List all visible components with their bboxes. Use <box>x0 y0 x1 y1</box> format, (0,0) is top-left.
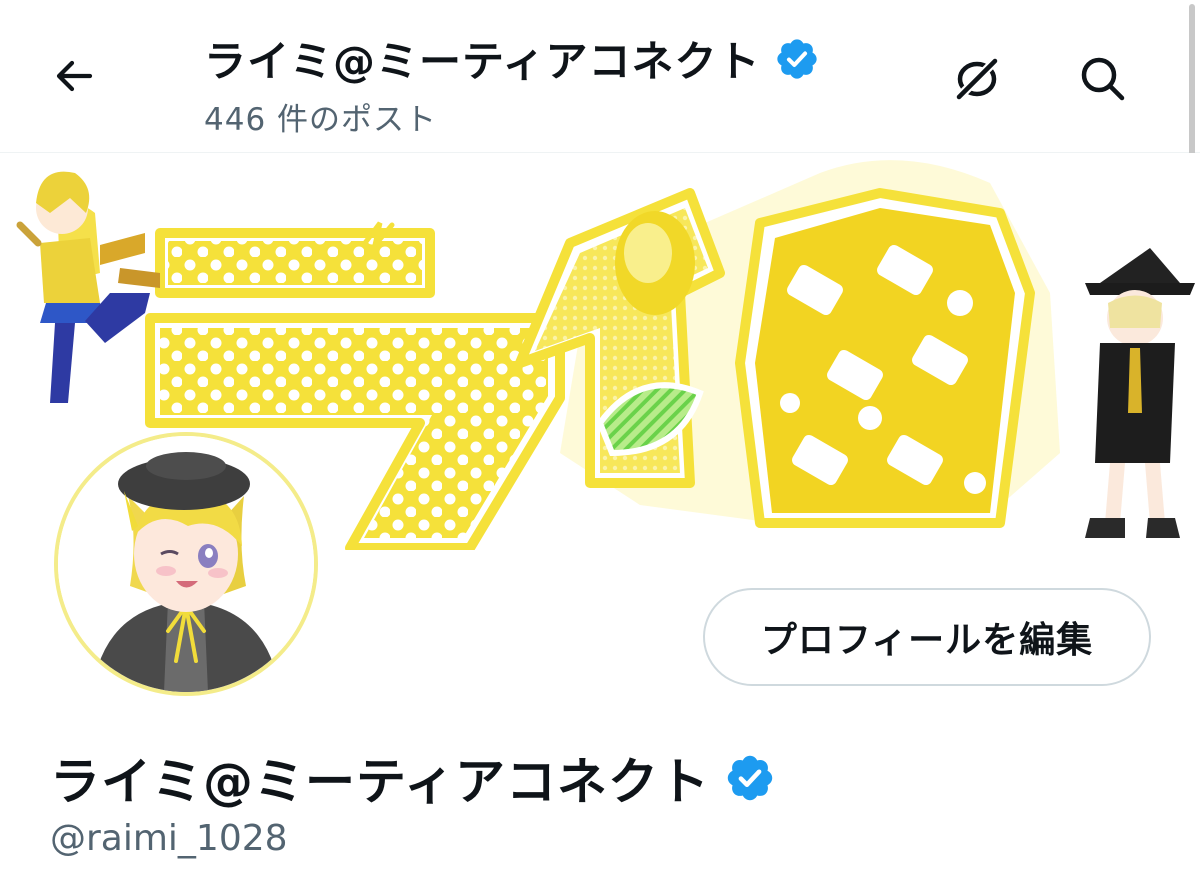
profile-name-row: ライミ@ミーティアコネクト <box>50 742 776 814</box>
link-off-icon <box>948 50 1006 112</box>
profile-avatar[interactable] <box>54 432 318 696</box>
verified-badge-icon[interactable] <box>724 752 776 804</box>
header-title: ライミ@ミーティアコネクト <box>204 37 761 86</box>
header-title-row: ライミ@ミーティアコネクト <box>204 28 820 89</box>
search-button[interactable] <box>1074 52 1132 110</box>
verified-badge-icon[interactable] <box>774 36 820 82</box>
link-off-button[interactable] <box>948 52 1006 110</box>
banner-character-left <box>16 171 160 403</box>
edit-profile-button[interactable]: プロフィールを編集 <box>703 588 1151 686</box>
search-icon <box>1077 53 1129 109</box>
back-button[interactable] <box>46 50 102 106</box>
display-name: ライミ@ミーティアコネクト <box>50 753 710 811</box>
profile-handle: @raimi_1028 <box>50 818 288 859</box>
top-bar: ライミ@ミーティアコネクト 446 件のポスト <box>0 0 1200 212</box>
post-count: 446 件のポスト <box>204 102 438 138</box>
back-arrow-icon <box>52 54 96 102</box>
banner-character-right <box>1085 248 1195 538</box>
avatar-illustration <box>58 436 314 692</box>
